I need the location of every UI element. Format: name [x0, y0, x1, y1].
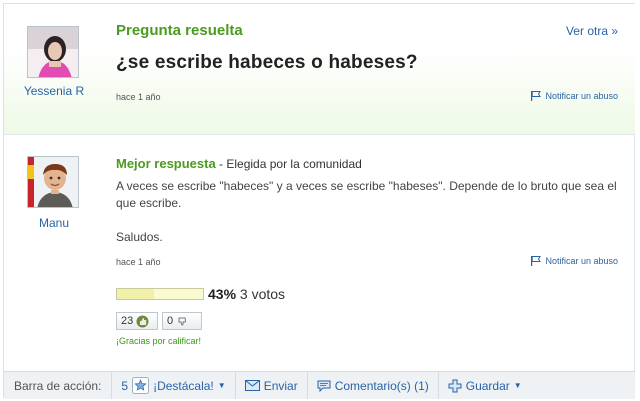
asker-avatar-image	[28, 27, 78, 77]
rating-percent: 43%	[208, 286, 237, 302]
save-button[interactable]: Guardar ▼	[437, 372, 531, 399]
highlight-button[interactable]: 5 ¡Destácala! ▼	[111, 372, 234, 399]
best-answer-label: Mejor respuesta	[116, 156, 216, 171]
comments-button[interactable]: Comentario(s) (1)	[306, 372, 438, 399]
question-report-label: Notificar un abuso	[545, 90, 618, 101]
chosen-by-label: - Elegida por la comunidad	[215, 157, 362, 171]
rating-summary: 43% 3 votos	[208, 286, 285, 302]
thumbs-down-icon	[178, 317, 187, 326]
thumbs-up-count: 23	[121, 315, 134, 327]
answer-report-label: Notificar un abuso	[545, 255, 618, 266]
answer-body: A veces se escribe "habeces" y a veces s…	[116, 179, 617, 210]
action-bar-label: Barra de acción:	[14, 378, 102, 393]
answerer-name[interactable]: Manu	[9, 216, 99, 230]
rating-bar	[116, 288, 204, 300]
plus-icon	[448, 379, 462, 392]
save-label: Guardar	[465, 378, 510, 393]
rating-votes: 3 votos	[239, 286, 286, 302]
question-report-link[interactable]: Notificar un abuso	[530, 90, 618, 101]
star-count: 5	[121, 378, 129, 393]
envelope-icon	[244, 380, 260, 391]
answer-signoff: Saludos.	[116, 230, 163, 244]
rating-bar-fill	[117, 289, 154, 299]
best-answer-heading: Mejor respuesta - Elegida por la comunid…	[116, 156, 362, 171]
comment-icon	[317, 380, 331, 392]
rating-thanks: ¡Gracias por calificar!	[116, 336, 202, 346]
answer-report-link[interactable]: Notificar un abuso	[530, 255, 618, 266]
asker-avatar[interactable]	[27, 26, 79, 78]
highlight-label: ¡Destácala!	[153, 378, 214, 393]
comments-label: Comentario(s) (1)	[334, 378, 429, 393]
thumbs-down-count: 0	[167, 315, 174, 327]
flag-icon	[531, 91, 542, 101]
answer-time: hace 1 año	[116, 257, 161, 267]
thumbs-down-button[interactable]: 0	[162, 312, 202, 330]
thumbs-up-button[interactable]: 23	[116, 312, 158, 330]
action-bar: Barra de acción: 5 ¡Destácala! ▼ Enviar …	[4, 371, 635, 399]
question-status-title: Pregunta resuelta	[116, 22, 243, 39]
section-divider	[4, 134, 635, 135]
thumbs-up-icon	[136, 315, 149, 327]
star-icon	[132, 377, 150, 394]
next-question-link[interactable]: Ver otra »	[566, 24, 618, 38]
chevron-down-icon: ▼	[217, 381, 226, 390]
asker-name[interactable]: Yessenia R	[9, 84, 99, 98]
flag-icon	[531, 256, 542, 266]
question-time: hace 1 año	[116, 92, 161, 102]
send-button[interactable]: Enviar	[234, 372, 307, 399]
answerer-avatar-image	[28, 157, 78, 207]
send-label: Enviar	[263, 378, 298, 393]
question-text: ¿se escribe habeces o habeses?	[116, 52, 418, 73]
answerer-avatar[interactable]	[27, 156, 79, 208]
chevron-down-icon: ▼	[513, 381, 522, 390]
